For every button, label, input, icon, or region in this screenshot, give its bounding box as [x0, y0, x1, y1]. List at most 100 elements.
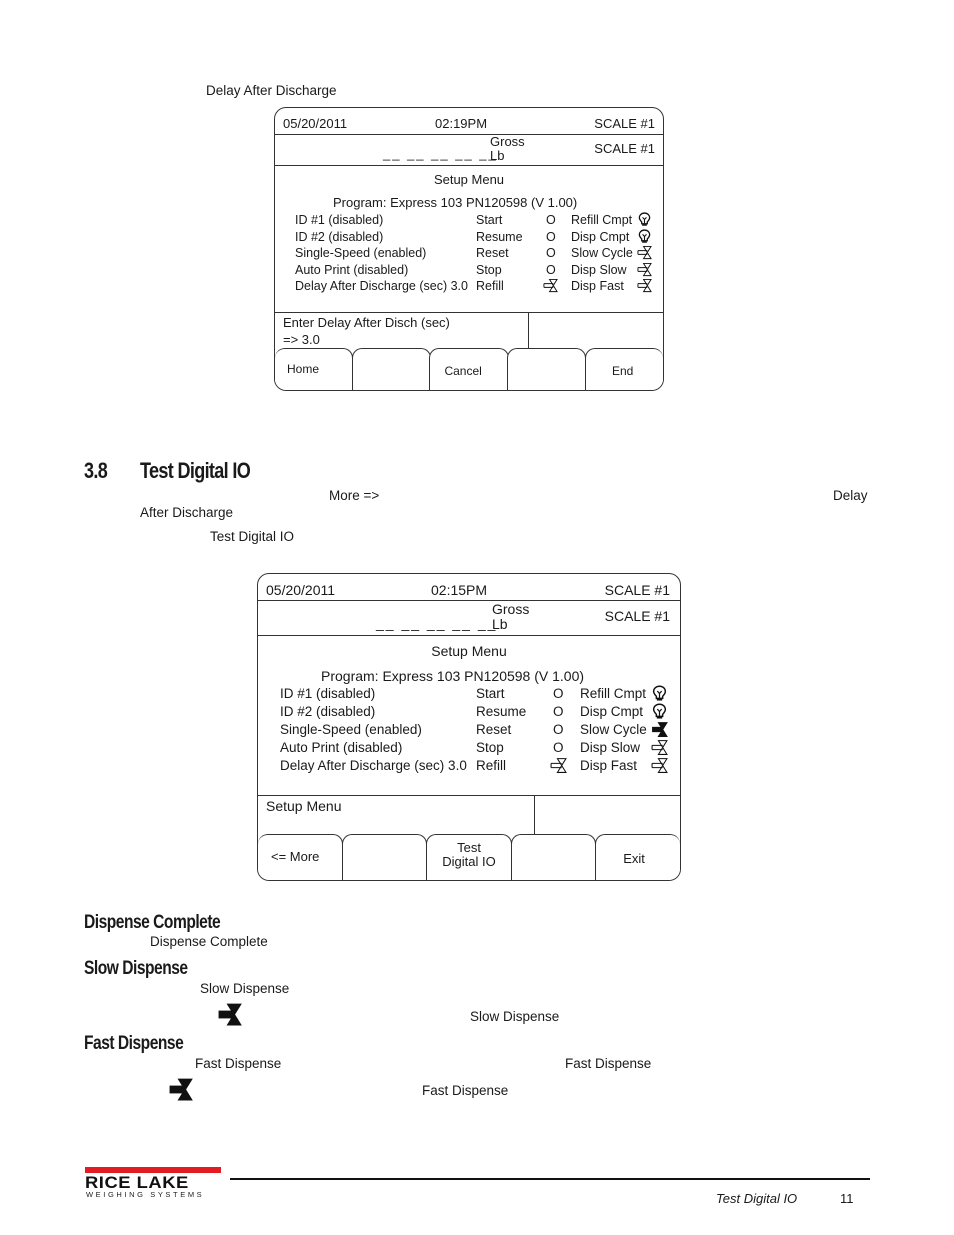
input-label: Stop [476, 740, 504, 755]
setting-item: ID #1 (disabled) [295, 213, 384, 227]
heading-fast-dispense: Fast Dispense [84, 1033, 184, 1054]
input-label: Start [476, 686, 505, 701]
softkey-4[interactable] [510, 834, 597, 880]
input-label: Resume [476, 229, 523, 244]
scale-label-2: SCALE #1 [604, 608, 670, 624]
setting-item: ID #2 (disabled) [295, 229, 384, 244]
indicator-screen-setup-menu: 05/20/2011 02:15PM SCALE #1 __ __ __ __ … [257, 573, 681, 881]
weight-bar: __ __ __ __ __ Gross Lb SCALE #1 [258, 600, 680, 636]
input-state-indicator: O [546, 262, 556, 277]
softkey-bar: Home Cancel End [275, 348, 663, 390]
valve-outline-icon [651, 739, 668, 756]
lightbulb-outline-icon [651, 685, 668, 702]
input-state-indicator: O [553, 704, 564, 719]
program-info: Program: Express 103 PN120598 (V 1.00) [333, 195, 578, 210]
weight-unit: Lb [492, 616, 508, 632]
valve-filled-icon [217, 1002, 242, 1027]
input-label: Resume [476, 704, 527, 719]
status-bar: 05/20/2011 02:19PM SCALE #1 [275, 108, 663, 135]
output-label: Refill Cmpt [580, 686, 647, 701]
input-label: Reset [476, 246, 509, 261]
lightbulb-outline-icon [637, 229, 652, 244]
term-slow-dispense-2: Slow Dispense [470, 1009, 560, 1024]
time-display: 02:19PM [435, 116, 488, 131]
menu-title: Setup Menu [433, 172, 505, 187]
lightbulb-outline-icon [637, 212, 652, 227]
output-label: Slow Cycle [580, 722, 647, 737]
input-state-indicator: O [546, 229, 556, 244]
prompt-divider [258, 795, 680, 796]
setting-item: Delay After Discharge (sec) 3.0 [295, 279, 468, 294]
logo-sub-text: WEIGHING SYSTEMS [86, 1190, 205, 1199]
body-test-digital-io: Test Digital IO [210, 529, 295, 544]
section-number: 3.8 [84, 458, 108, 483]
body-more: More => [329, 488, 380, 503]
section-title: Test Digital IO [140, 458, 251, 483]
output-label: Slow Cycle [571, 246, 633, 261]
logo-main-text: RICE LAKE [85, 1173, 189, 1192]
date-display: 05/20/2011 [283, 116, 348, 131]
valve-filled-icon [168, 1077, 193, 1102]
prompt-text: Setup Menu [266, 798, 342, 814]
input-state-indicator: O [553, 722, 564, 737]
softkey-exit[interactable]: Exit [595, 834, 680, 880]
output-label: Disp Slow [580, 740, 641, 755]
footer-section-name: Test Digital IO [716, 1191, 798, 1206]
setting-item: ID #2 (disabled) [280, 704, 376, 719]
setting-item: ID #1 (disabled) [280, 686, 376, 701]
softkey-4[interactable] [507, 348, 587, 390]
output-label: Disp Fast [571, 279, 624, 294]
valve-outline-icon [543, 278, 558, 293]
softkey-test-digital-io[interactable]: Test Digital IO [426, 834, 512, 880]
weight-readout: __ __ __ __ __ [383, 146, 498, 161]
weight-mode: Gross [492, 601, 530, 617]
input-label: Stop [476, 262, 502, 277]
term-fast-dispense-2: Fast Dispense [565, 1056, 652, 1071]
output-label: Refill Cmpt [571, 213, 633, 227]
input-label: Reset [476, 722, 512, 737]
body-after-discharge: After Discharge [140, 505, 234, 520]
output-label: Disp Cmpt [580, 704, 644, 719]
term-fast-dispense-3: Fast Dispense [422, 1083, 509, 1098]
softkey-2[interactable] [351, 348, 431, 390]
prompt-text: Enter Delay After Disch (sec) [283, 315, 450, 330]
input-state-indicator: O [546, 246, 556, 261]
softkey-home[interactable]: Home [275, 348, 354, 390]
status-bar: 05/20/2011 02:15PM SCALE #1 [258, 574, 680, 601]
time-display: 02:15PM [431, 582, 488, 598]
weight-readout: __ __ __ __ __ [376, 615, 498, 631]
footer-rule [230, 1178, 870, 1180]
term-dispense-complete: Dispense Complete [150, 934, 268, 949]
heading-slow-dispense: Slow Dispense [84, 958, 188, 979]
input-state-indicator: O [553, 740, 564, 755]
output-label: Disp Slow [571, 262, 627, 277]
valve-outline-icon [550, 757, 567, 774]
softkey-2[interactable] [341, 834, 428, 880]
input-state-indicator: O [553, 686, 564, 701]
input-label: Refill [476, 279, 504, 294]
prompt-value[interactable]: => 3.0 [283, 333, 320, 346]
setting-item: Auto Print (disabled) [295, 262, 409, 277]
indicator-screen-delay-after-discharge: 05/20/2011 02:19PM SCALE #1 __ __ __ __ … [274, 107, 664, 391]
softkey-cancel[interactable]: Cancel [429, 348, 509, 390]
weight-mode: Gross [490, 134, 525, 149]
prompt-divider [275, 312, 663, 313]
weight-bar: __ __ __ __ __ Gross Lb SCALE #1 [275, 134, 663, 166]
softkey-more-back[interactable]: <= More [258, 834, 343, 880]
prompt-split [534, 795, 535, 835]
body-delay: Delay [833, 488, 868, 503]
term-fast-dispense-1: Fast Dispense [195, 1056, 282, 1071]
prompt-split [528, 312, 529, 350]
setting-item: Single-Speed (enabled) [295, 246, 427, 261]
scale-label: SCALE #1 [604, 582, 670, 598]
input-state-indicator: O [546, 213, 556, 227]
scale-label: SCALE #1 [594, 116, 655, 131]
softkey-end[interactable]: End [584, 348, 663, 390]
valve-outline-icon [637, 262, 652, 277]
heading-dispense-complete: Dispense Complete [84, 912, 221, 933]
rice-lake-logo: RICE LAKE WEIGHING SYSTEMS [85, 1167, 221, 1199]
page-number: 11 [840, 1191, 854, 1206]
date-display: 05/20/2011 [266, 582, 336, 598]
program-info: Program: Express 103 PN120598 (V 1.00) [321, 668, 585, 684]
intro-term: Delay After Discharge [206, 83, 337, 98]
